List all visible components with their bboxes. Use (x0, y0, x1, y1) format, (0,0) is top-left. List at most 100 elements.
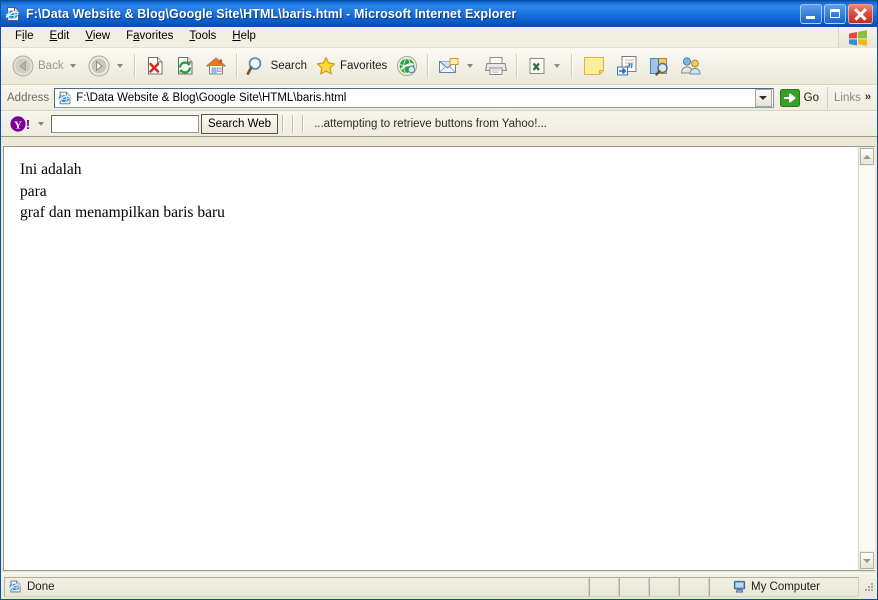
media-globe-icon (397, 56, 418, 76)
back-label: Back (38, 60, 64, 72)
favorites-label: Favorites (340, 60, 388, 72)
menu-item-file[interactable]: File (7, 29, 42, 46)
messenger-button[interactable] (675, 51, 707, 81)
magnifier-icon (246, 57, 261, 75)
home-button[interactable] (200, 51, 232, 81)
svg-text:!: ! (26, 117, 30, 132)
frontpage-button[interactable]: n (611, 51, 643, 81)
mail-button[interactable] (433, 51, 480, 81)
back-dropdown-icon[interactable] (69, 64, 76, 68)
vertical-scrollbar[interactable] (858, 147, 875, 570)
my-computer-icon (733, 580, 746, 593)
star-icon (316, 56, 336, 75)
window-title: F:\Data Website & Blog\Google Site\HTML\… (26, 6, 517, 21)
search-button[interactable]: Search (242, 51, 311, 81)
scrollbar-track[interactable] (859, 166, 875, 551)
address-input[interactable]: F:\Data Website & Blog\Google Site\HTML\… (54, 87, 774, 108)
yahoo-separator (292, 114, 295, 133)
arrow-down-icon (863, 558, 871, 563)
status-panel-2 (619, 576, 649, 597)
yahoo-dropdown-icon[interactable] (38, 121, 44, 126)
security-zone-text: My Computer (751, 580, 821, 593)
menu-item-edit[interactable]: Edit (42, 29, 78, 46)
restore-button[interactable] (824, 3, 846, 24)
edit-button[interactable] (522, 51, 567, 81)
arrow-up-icon (863, 154, 871, 159)
toolbar-separator (427, 54, 430, 78)
yahoo-toolbar: Y ! Search Web ...attempting to retrieve… (1, 111, 877, 137)
content-area: Ini adalah para graf dan menampilkan bar… (3, 146, 875, 571)
toolbar-separator (516, 54, 519, 78)
back-button[interactable]: Back (7, 51, 83, 81)
yahoo-separator (302, 114, 305, 133)
media-button[interactable] (391, 51, 423, 81)
close-button[interactable] (848, 3, 873, 24)
status-message-panel: Done (4, 576, 589, 597)
status-panel-3 (649, 576, 679, 597)
green-go-arrow-icon (779, 88, 800, 107)
scroll-down-button[interactable] (860, 552, 874, 569)
edit-excel-icon (529, 58, 545, 74)
menu-item-tools[interactable]: Tools (181, 29, 224, 46)
frontpage-icon: n (617, 56, 637, 76)
stop-icon (147, 57, 163, 75)
scroll-up-button[interactable] (860, 148, 874, 165)
search-label: Search (270, 60, 308, 72)
links-button[interactable]: Links » (827, 86, 877, 109)
web-page-document: Ini adalah para graf dan menampilkan bar… (4, 147, 858, 570)
main-toolbar: Back Search Favorites n (1, 48, 877, 85)
window-controls (800, 3, 875, 24)
forward-dropdown-icon[interactable] (116, 64, 123, 68)
printer-icon (485, 57, 508, 75)
ie-page-icon (4, 5, 22, 23)
minimize-button[interactable] (800, 3, 822, 24)
refresh-button[interactable] (170, 51, 200, 81)
security-zone-panel[interactable]: My Computer (709, 576, 859, 597)
yahoo-search-web-button[interactable]: Search Web (201, 113, 279, 134)
links-label: Links (834, 91, 861, 104)
page-paragraph-1: Ini adalah (20, 161, 82, 178)
menu-bar: File Edit View Favorites Tools Help (1, 27, 877, 48)
status-panel-1 (589, 576, 619, 597)
toolbar-separator (571, 54, 574, 78)
status-panel-4 (679, 576, 709, 597)
favorites-button[interactable]: Favorites (311, 51, 391, 81)
ie-browser-window: F:\Data Website & Blog\Google Site\HTML\… (0, 0, 878, 600)
toolbar-separator (235, 54, 238, 78)
mail-dropdown-icon[interactable] (467, 64, 474, 68)
windows-flag-icon (838, 27, 877, 48)
address-value: F:\Data Website & Blog\Google Site\HTML\… (76, 91, 347, 104)
research-icon (650, 58, 669, 76)
resize-grip-icon[interactable] (861, 580, 875, 594)
stop-button[interactable] (140, 51, 170, 81)
yahoo-search-input[interactable] (51, 114, 199, 133)
chevron-right-icon[interactable]: » (865, 92, 871, 103)
svg-text:n: n (628, 60, 633, 70)
print-button[interactable] (480, 51, 512, 81)
research-button[interactable] (643, 51, 675, 81)
forward-arrow-icon (88, 55, 110, 77)
messenger-icon (681, 57, 701, 75)
ie-page-icon (57, 90, 73, 106)
menu-item-view[interactable]: View (77, 29, 118, 46)
status-bar: Done My Computer (1, 573, 877, 599)
note-button[interactable] (577, 51, 611, 81)
edit-dropdown-icon[interactable] (554, 64, 561, 68)
svg-text:Y: Y (14, 119, 22, 131)
go-label: Go (803, 91, 820, 104)
menu-item-favorites[interactable]: Favorites (118, 29, 181, 46)
forward-button[interactable] (83, 51, 130, 81)
yahoo-logo-icon[interactable]: Y ! (9, 115, 35, 133)
yahoo-separator (282, 114, 285, 133)
mail-icon (439, 58, 459, 73)
page-paragraph-3: graf dan menampilkan baris baru (20, 204, 225, 222)
go-button[interactable]: Go (774, 88, 827, 108)
chevron-down-icon (759, 95, 768, 100)
menu-item-help[interactable]: Help (224, 29, 264, 46)
page-paragraph-2: para (20, 182, 47, 200)
address-dropdown-button[interactable] (754, 88, 772, 107)
refresh-icon (177, 57, 193, 75)
status-text: Done (27, 580, 55, 593)
yahoo-status-text: ...attempting to retrieve buttons from Y… (314, 117, 547, 130)
toolbar-separator (133, 54, 136, 78)
